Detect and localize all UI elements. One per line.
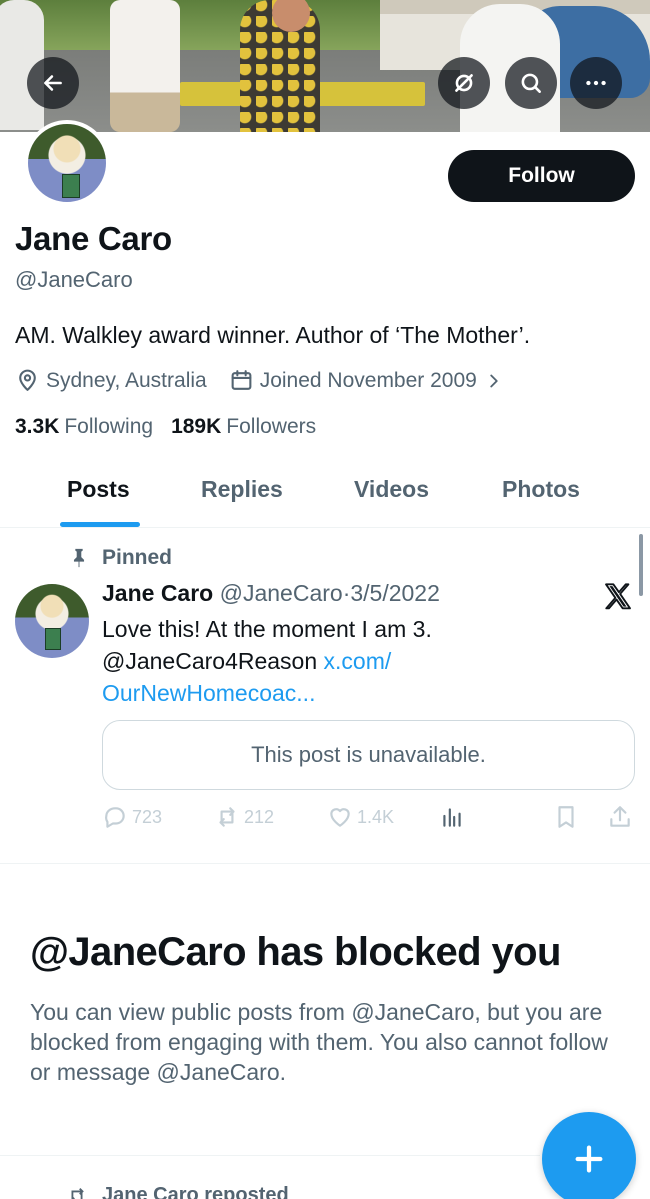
chevron-right-icon[interactable] [483, 370, 505, 392]
divider [0, 863, 650, 864]
repost-count: 212 [244, 806, 275, 827]
blocked-description: You can view public posts from @JaneCaro… [30, 999, 608, 1085]
arrow-left-icon [44, 75, 62, 91]
pin-icon [73, 548, 85, 568]
profile-bio: AM. Walkley award winner. Author of ‘The… [15, 322, 531, 348]
following-label: Following [64, 415, 154, 438]
plus-icon [575, 1145, 603, 1173]
share-icon [610, 806, 630, 827]
tab-replies[interactable]: Replies [201, 476, 283, 503]
post-author-handle[interactable]: @JaneCaro [220, 580, 343, 606]
like-count: 1.4K [357, 806, 395, 827]
share-button[interactable] [607, 804, 637, 830]
bookmark-button[interactable] [553, 804, 583, 830]
post-author-avatar[interactable] [15, 584, 89, 658]
post-mention[interactable]: @JaneCaro4Reason [102, 648, 317, 674]
following-link[interactable]: 3.3K Following [15, 415, 153, 439]
reposted-label: Jane Caro reposted [102, 1184, 289, 1199]
views-button[interactable] [439, 804, 469, 830]
search-icon [521, 73, 541, 93]
post-author-name[interactable]: Jane Caro [102, 580, 213, 606]
compose-post-button[interactable] [542, 1112, 636, 1199]
more-icon [586, 80, 606, 86]
reply-count: 723 [132, 806, 163, 827]
divider [0, 1155, 540, 1156]
profile-handle: @JaneCaro [15, 267, 133, 292]
back-button[interactable] [27, 57, 79, 109]
active-tab-indicator [60, 522, 140, 527]
unavailable-quote-card: This post is unavailable. [102, 720, 635, 790]
followers-link[interactable]: 189K Followers [171, 415, 316, 439]
pinned-label: Pinned [102, 546, 173, 569]
search-button[interactable] [505, 57, 557, 109]
repost-icon [71, 1187, 84, 1199]
reply-icon [105, 807, 125, 828]
bookmark-icon [558, 806, 574, 828]
repost-button[interactable]: 212 [214, 804, 274, 830]
x-logo-icon[interactable] [602, 581, 634, 613]
like-button[interactable]: 1.4K [327, 804, 394, 830]
heart-icon [330, 808, 350, 827]
following-count: 3.3K [15, 415, 60, 438]
avatar-book [45, 628, 61, 650]
profile-tabs: Posts Replies Videos Photos [0, 462, 650, 528]
reposted-indicator: Jane Caro reposted [66, 1184, 289, 1199]
profile-counts: 3.3K Following 189K Followers [15, 415, 334, 439]
profile-location: Sydney, Australia [46, 368, 207, 392]
profile-joined: Joined November 2009 [259, 368, 477, 392]
avatar-book [62, 174, 80, 198]
scrollbar[interactable] [639, 534, 643, 596]
reply-button[interactable]: 723 [102, 804, 162, 830]
post-actions: 723 212 1.4K [102, 804, 635, 834]
pinned-indicator: Pinned [68, 546, 172, 570]
tab-posts[interactable]: Posts [67, 476, 130, 503]
post-date[interactable]: 3/5/2022 [350, 580, 440, 606]
location-icon [19, 369, 36, 391]
post-link[interactable]: x.com/ [324, 648, 392, 674]
followers-count: 189K [171, 415, 222, 438]
followers-label: Followers [226, 415, 317, 438]
blocked-title: @JaneCaro has blocked you [30, 930, 561, 974]
translate-toggle-button[interactable] [438, 57, 490, 109]
post-text-line: Love this! At the moment I am 3. [102, 616, 432, 642]
post-link-continued[interactable]: OurNewHomecoac... [102, 677, 622, 709]
follow-button[interactable]: Follow [448, 150, 635, 202]
more-button[interactable] [570, 57, 622, 109]
profile-avatar[interactable] [24, 120, 110, 206]
views-icon [443, 808, 461, 827]
tab-videos[interactable]: Videos [354, 476, 429, 503]
calendar-icon [231, 370, 252, 390]
no-translate-icon [455, 74, 473, 92]
profile-name: Jane Caro [15, 220, 172, 257]
repost-icon [219, 807, 235, 827]
profile-banner[interactable] [0, 0, 650, 132]
tab-photos[interactable]: Photos [502, 476, 580, 503]
post-text: Love this! At the moment I am 3. @JaneCa… [102, 613, 622, 709]
banner-person [110, 0, 180, 132]
profile-meta: Sydney, Australia Joined November 2009 [15, 368, 505, 393]
post-header: Jane Caro @JaneCaro·3/5/2022 [102, 580, 440, 607]
